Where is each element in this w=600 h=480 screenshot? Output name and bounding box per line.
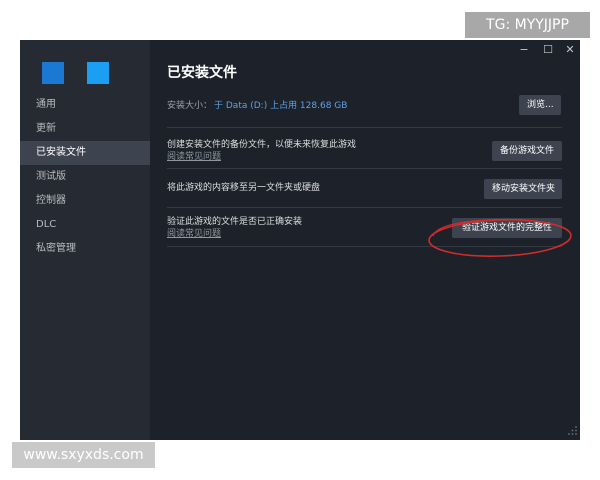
sidebar-nav: 通用 更新 已安装文件 测试版 控制器 DLC 私密管理 (20, 93, 150, 261)
app-logo-left-square (42, 62, 64, 84)
browse-button[interactable]: 浏览... (519, 95, 561, 115)
move-install-folder-button[interactable]: 移动安装文件夹 (484, 179, 562, 199)
main-content: − ☐ ✕ 已安装文件 安装大小：于 Data (D:) 上占用 128.68 … (150, 40, 580, 440)
resize-grip-icon[interactable] (567, 425, 578, 436)
divider (167, 127, 562, 128)
sidebar: 通用 更新 已安装文件 测试版 控制器 DLC 私密管理 (20, 40, 150, 440)
sidebar-item-controller[interactable]: 控制器 (20, 189, 150, 213)
app-logo-right-square (87, 62, 109, 84)
divider (167, 168, 562, 169)
verify-integrity-button[interactable]: 验证游戏文件的完整性 (452, 218, 562, 238)
sidebar-item-installed-files[interactable]: 已安装文件 (20, 141, 150, 165)
maximize-icon[interactable]: ☐ (541, 43, 555, 57)
backup-game-files-button[interactable]: 备份游戏文件 (492, 141, 562, 161)
install-size-value: 于 Data (D:) 上占用 128.68 GB (214, 101, 348, 111)
page-title: 已安装文件 (167, 65, 237, 81)
sidebar-item-general[interactable]: 通用 (20, 93, 150, 117)
backup-faq-link[interactable]: 阅读常见问题 (167, 151, 221, 163)
divider (167, 246, 562, 247)
verify-description: 验证此游戏的文件是否已正确安装 (167, 217, 303, 227)
sidebar-item-privacy[interactable]: 私密管理 (20, 237, 150, 261)
move-description: 将此游戏的内容移至另一文件夹或硬盘 (167, 183, 321, 193)
install-size-row: 安装大小：于 Data (D:) 上占用 128.68 GB (167, 98, 562, 114)
sidebar-item-updates[interactable]: 更新 (20, 117, 150, 141)
install-size-label: 安装大小： (167, 101, 213, 111)
backup-description: 创建安装文件的备份文件，以便未来恢复此游戏 (167, 140, 357, 150)
close-icon[interactable]: ✕ (563, 43, 577, 57)
properties-window: 通用 更新 已安装文件 测试版 控制器 DLC 私密管理 − ☐ ✕ 已安装文件… (20, 40, 580, 440)
watermark-bottom: www.sxyxds.com (12, 442, 155, 468)
verify-faq-link[interactable]: 阅读常见问题 (167, 228, 221, 240)
sidebar-item-dlc[interactable]: DLC (20, 213, 150, 237)
divider (167, 207, 562, 208)
sidebar-item-betas[interactable]: 测试版 (20, 165, 150, 189)
watermark-top: TG: MYYJJPP (465, 12, 590, 38)
minimize-icon[interactable]: − (517, 43, 531, 57)
